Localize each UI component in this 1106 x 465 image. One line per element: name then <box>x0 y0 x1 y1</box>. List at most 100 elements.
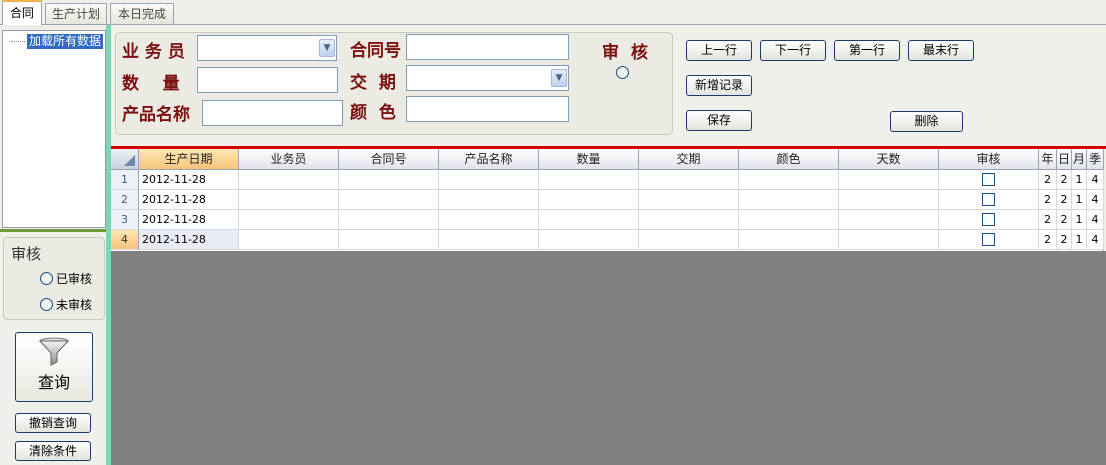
approved-checkbox[interactable] <box>982 213 995 226</box>
approved-checkbox[interactable] <box>982 193 995 206</box>
data-tree[interactable]: 加载所有数据 <box>2 30 106 228</box>
column-header-quantity[interactable]: 数量 <box>539 149 639 170</box>
first-row-button[interactable]: 第一行 <box>834 40 900 61</box>
cell-month[interactable]: 1 <box>1072 210 1087 230</box>
query-button[interactable]: 查询 <box>15 332 93 402</box>
cell-contract-no[interactable] <box>339 190 439 210</box>
cell-color[interactable] <box>739 210 839 230</box>
cell-season[interactable]: 4 <box>1087 170 1104 190</box>
next-row-button[interactable]: 下一行 <box>760 40 826 61</box>
color-input[interactable] <box>406 96 569 122</box>
cancel-query-button[interactable]: 撤销查询 <box>15 413 91 433</box>
cell-product-name[interactable] <box>439 210 539 230</box>
clear-conditions-button[interactable]: 清除条件 <box>15 441 91 461</box>
row-header[interactable]: 1 <box>111 170 139 190</box>
cell-salesperson[interactable] <box>239 230 339 250</box>
cell-production-date[interactable]: 2012-11-28 <box>139 190 239 210</box>
cell-quantity[interactable] <box>539 210 639 230</box>
contract-no-input[interactable] <box>406 34 569 60</box>
column-header-days[interactable]: 天数 <box>839 149 939 170</box>
cell-product-name[interactable] <box>439 170 539 190</box>
cell-product-name[interactable] <box>439 230 539 250</box>
approved-checkbox[interactable] <box>982 233 995 246</box>
tab-contract[interactable]: 合同 <box>2 0 42 25</box>
column-header-product-name[interactable]: 产品名称 <box>439 149 539 170</box>
cell-days[interactable] <box>839 230 939 250</box>
cell-color[interactable] <box>739 230 839 250</box>
product-name-input[interactable] <box>202 100 343 126</box>
cell-delivery[interactable] <box>639 230 739 250</box>
cell-salesperson[interactable] <box>239 190 339 210</box>
cell-day[interactable]: 2 <box>1057 230 1072 250</box>
column-header-contract-no[interactable]: 合同号 <box>339 149 439 170</box>
cell-year[interactable]: 2 <box>1039 210 1057 230</box>
grid-select-all[interactable] <box>111 149 139 170</box>
cell-approved[interactable] <box>939 210 1039 230</box>
cell-approved[interactable] <box>939 230 1039 250</box>
row-header[interactable]: 3 <box>111 210 139 230</box>
column-header-color[interactable]: 颜色 <box>739 149 839 170</box>
approved-checkbox[interactable] <box>982 173 995 186</box>
prev-row-button[interactable]: 上一行 <box>686 40 752 61</box>
cell-day[interactable]: 2 <box>1057 210 1072 230</box>
cell-season[interactable]: 4 <box>1087 190 1104 210</box>
cell-season[interactable]: 4 <box>1087 210 1104 230</box>
cell-month[interactable]: 1 <box>1072 190 1087 210</box>
data-grid[interactable]: 生产日期 业务员 合同号 产品名称 数量 交期 颜色 天数 审核年日月季 1 2012-11-28 2… <box>111 149 1104 251</box>
column-header-season[interactable]: 季 <box>1087 149 1104 170</box>
cell-delivery[interactable] <box>639 190 739 210</box>
cell-season[interactable]: 4 <box>1087 230 1104 250</box>
salesperson-dropdown-button[interactable]: ▼ <box>319 39 335 57</box>
cell-contract-no[interactable] <box>339 230 439 250</box>
cell-contract-no[interactable] <box>339 170 439 190</box>
cell-year[interactable]: 2 <box>1039 190 1057 210</box>
cell-month[interactable]: 1 <box>1072 170 1087 190</box>
quantity-input[interactable] <box>197 67 338 93</box>
cell-year[interactable]: 2 <box>1039 230 1057 250</box>
radio-approved-circle[interactable] <box>40 272 53 285</box>
cell-production-date[interactable]: 2012-11-28 <box>139 230 239 250</box>
cell-contract-no[interactable] <box>339 210 439 230</box>
cell-quantity[interactable] <box>539 190 639 210</box>
save-button[interactable]: 保存 <box>686 110 752 131</box>
cell-product-name[interactable] <box>439 190 539 210</box>
delivery-date-combobox[interactable]: ▼ <box>406 65 569 91</box>
cell-color[interactable] <box>739 170 839 190</box>
tab-today-completed[interactable]: 本日完成 <box>110 3 174 25</box>
delete-button[interactable]: 删除 <box>890 111 963 132</box>
radio-unapproved[interactable]: 未审核 <box>40 296 92 313</box>
column-header-delivery[interactable]: 交期 <box>639 149 739 170</box>
cell-days[interactable] <box>839 190 939 210</box>
column-header-production-date[interactable]: 生产日期 <box>139 149 239 170</box>
cell-year[interactable]: 2 <box>1039 170 1057 190</box>
cell-days[interactable] <box>839 170 939 190</box>
last-row-button[interactable]: 最末行 <box>908 40 974 61</box>
add-record-button[interactable]: 新增记录 <box>686 75 752 96</box>
column-header-year[interactable]: 年 <box>1039 149 1057 170</box>
cell-color[interactable] <box>739 190 839 210</box>
approve-radio[interactable] <box>616 66 629 79</box>
tree-item-load-all[interactable]: 加载所有数据 <box>27 34 104 49</box>
cell-delivery[interactable] <box>639 170 739 190</box>
cell-approved[interactable] <box>939 170 1039 190</box>
cell-quantity[interactable] <box>539 170 639 190</box>
cell-salesperson[interactable] <box>239 170 339 190</box>
salesperson-combobox[interactable]: ▼ <box>197 35 337 61</box>
cell-days[interactable] <box>839 210 939 230</box>
row-header[interactable]: 2 <box>111 190 139 210</box>
radio-approved[interactable]: 已审核 <box>40 270 92 287</box>
column-header-approved[interactable]: 审核 <box>939 149 1039 170</box>
tab-production-plan[interactable]: 生产计划 <box>45 3 107 25</box>
cell-month[interactable]: 1 <box>1072 230 1087 250</box>
cell-production-date[interactable]: 2012-11-28 <box>139 210 239 230</box>
row-header[interactable]: 4 <box>111 230 139 250</box>
cell-salesperson[interactable] <box>239 210 339 230</box>
radio-unapproved-circle[interactable] <box>40 298 53 311</box>
cell-day[interactable]: 2 <box>1057 190 1072 210</box>
column-header-salesperson[interactable]: 业务员 <box>239 149 339 170</box>
column-header-day[interactable]: 日 <box>1057 149 1072 170</box>
cell-delivery[interactable] <box>639 210 739 230</box>
column-header-month[interactable]: 月 <box>1072 149 1087 170</box>
cell-quantity[interactable] <box>539 230 639 250</box>
delivery-dropdown-button[interactable]: ▼ <box>551 69 567 87</box>
